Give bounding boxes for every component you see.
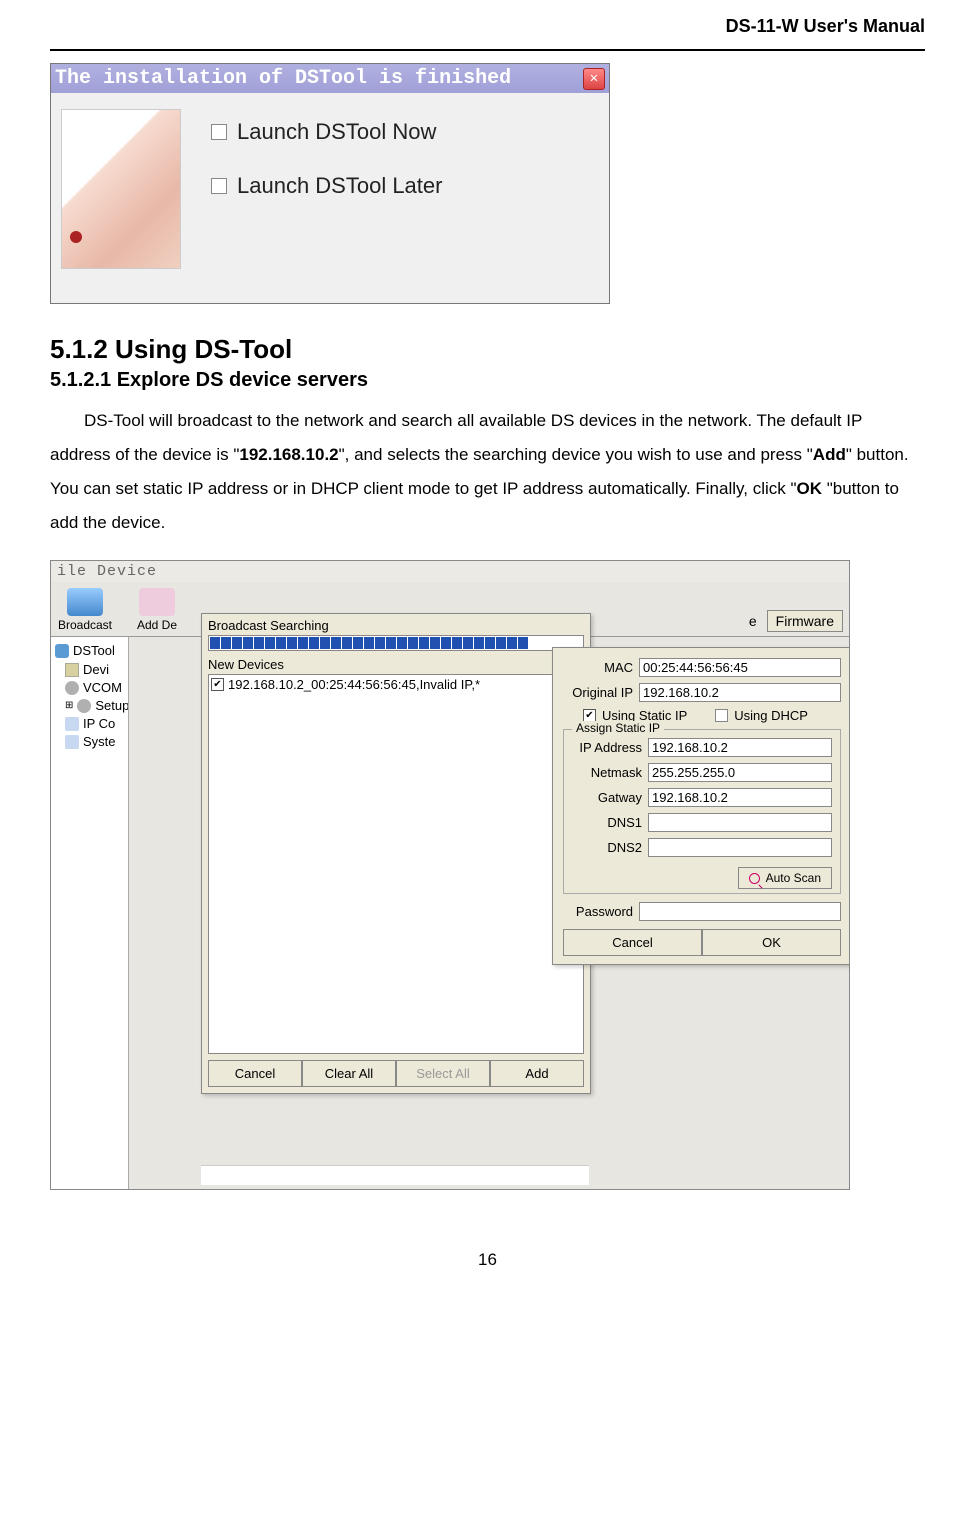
tree-item-setup[interactable]: ⊞ Setup [65, 698, 124, 713]
netmask-label: Netmask [572, 765, 642, 780]
ip-config-dialog: MAC Original IP ✔ Using Static IP Using … [552, 647, 850, 965]
ipconfig-icon [65, 717, 79, 731]
original-ip-field[interactable] [639, 683, 841, 702]
installer-image [61, 109, 181, 269]
progress-bar [208, 635, 584, 651]
device-row-text: 192.168.10.2_00:25:44:56:56:45,Invalid I… [228, 677, 480, 692]
broadcast-icon [67, 588, 103, 616]
launch-now-option[interactable]: Launch DSTool Now [211, 119, 442, 145]
search-dialog-buttons: Cancel Clear All Select All Add [208, 1060, 584, 1087]
gateway-field[interactable] [648, 788, 832, 807]
tree-item-system[interactable]: Syste [65, 734, 124, 749]
ip-address-label: IP Address [572, 740, 642, 755]
checkbox-icon[interactable]: ✔ [211, 678, 224, 691]
menubar: ile Device [51, 561, 849, 582]
cancel-button[interactable]: Cancel [563, 929, 702, 956]
broadcast-button[interactable]: Broadcast [57, 588, 113, 632]
installer-options: Launch DSTool Now Launch DSTool Later [211, 109, 442, 293]
launch-later-label: Launch DSTool Later [237, 173, 442, 199]
device-row[interactable]: ✔ 192.168.10.2_00:25:44:56:56:45,Invalid… [211, 677, 581, 692]
dhcp-checkbox[interactable] [715, 709, 728, 722]
tree-item-devices[interactable]: Devi [65, 662, 124, 677]
checkbox-icon[interactable] [211, 124, 227, 140]
config-dialog-buttons: Cancel OK [563, 929, 841, 956]
magnify-icon [749, 873, 760, 884]
launch-now-label: Launch DSTool Now [237, 119, 436, 145]
installer-window: The installation of DSTool is finished ✕… [50, 63, 610, 304]
gateway-label: Gatway [572, 790, 642, 805]
password-row: Password [563, 902, 841, 921]
section-heading-512: 5.1.2 Using DS-Tool [50, 334, 925, 365]
system-icon [65, 735, 79, 749]
assign-static-ip-group: Assign Static IP IP Address Netmask Gatw… [563, 729, 841, 894]
original-ip-label: Original IP [563, 685, 633, 700]
dstool-window: ile Device Broadcast Add De e Firmware D… [50, 560, 850, 1190]
password-label: Password [563, 904, 633, 919]
tree-root[interactable]: DSTool [55, 643, 124, 658]
mac-row: MAC [563, 658, 841, 677]
original-ip-row: Original IP [563, 683, 841, 702]
expand-icon[interactable]: ⊞ [65, 700, 73, 711]
launch-later-option[interactable]: Launch DSTool Later [211, 173, 442, 199]
tree-item-ipconfig[interactable]: IP Co [65, 716, 124, 731]
select-all-button[interactable]: Select All [396, 1060, 490, 1087]
auto-scan-button[interactable]: Auto Scan [738, 867, 832, 889]
dns2-field[interactable] [648, 838, 832, 857]
section-heading-5121: 5.1.2.1 Explore DS device servers [50, 369, 925, 392]
installer-titlebar: The installation of DSTool is finished ✕ [51, 64, 609, 93]
firmware-button[interactable]: e Firmware [749, 610, 843, 632]
broadcast-search-title: Broadcast Searching [202, 614, 590, 635]
password-field[interactable] [639, 902, 841, 921]
installer-title: The installation of DSTool is finished [55, 67, 511, 90]
tree-item-vcom[interactable]: VCOM [65, 680, 124, 695]
page-header: DS-11-W User's Manual [50, 16, 925, 51]
vcom-icon [65, 681, 79, 695]
checkbox-icon[interactable] [211, 178, 227, 194]
dns1-field[interactable] [648, 813, 832, 832]
ok-button[interactable]: OK [702, 929, 841, 956]
dns1-label: DNS1 [572, 815, 642, 830]
page-number: 16 [50, 1250, 925, 1270]
group-legend: Assign Static IP [572, 721, 664, 735]
section-paragraph: DS-Tool will broadcast to the network an… [50, 404, 925, 540]
dns2-label: DNS2 [572, 840, 642, 855]
tree-panel: DSTool Devi VCOM ⊞ Setup IP Co Syste [51, 637, 129, 1190]
setup-icon [77, 699, 91, 713]
mac-field[interactable] [639, 658, 841, 677]
add-button[interactable]: Add [490, 1060, 584, 1087]
dhcp-label: Using DHCP [734, 708, 808, 723]
add-device-icon [139, 588, 175, 616]
ip-address-field[interactable] [648, 738, 832, 757]
clear-all-button[interactable]: Clear All [302, 1060, 396, 1087]
mac-label: MAC [563, 660, 633, 675]
broadcast-search-dialog: Broadcast Searching New Devices ✔ 192.16… [201, 613, 591, 1094]
footer-bar [201, 1165, 589, 1185]
device-icon [65, 663, 79, 677]
cancel-button[interactable]: Cancel [208, 1060, 302, 1087]
new-devices-label: New Devices [202, 655, 590, 674]
device-list: ✔ 192.168.10.2_00:25:44:56:56:45,Invalid… [208, 674, 584, 1054]
netmask-field[interactable] [648, 763, 832, 782]
dstool-icon [55, 644, 69, 658]
close-icon[interactable]: ✕ [583, 68, 605, 90]
add-device-button[interactable]: Add De [129, 588, 185, 632]
installer-body: Launch DSTool Now Launch DSTool Later [51, 93, 609, 303]
